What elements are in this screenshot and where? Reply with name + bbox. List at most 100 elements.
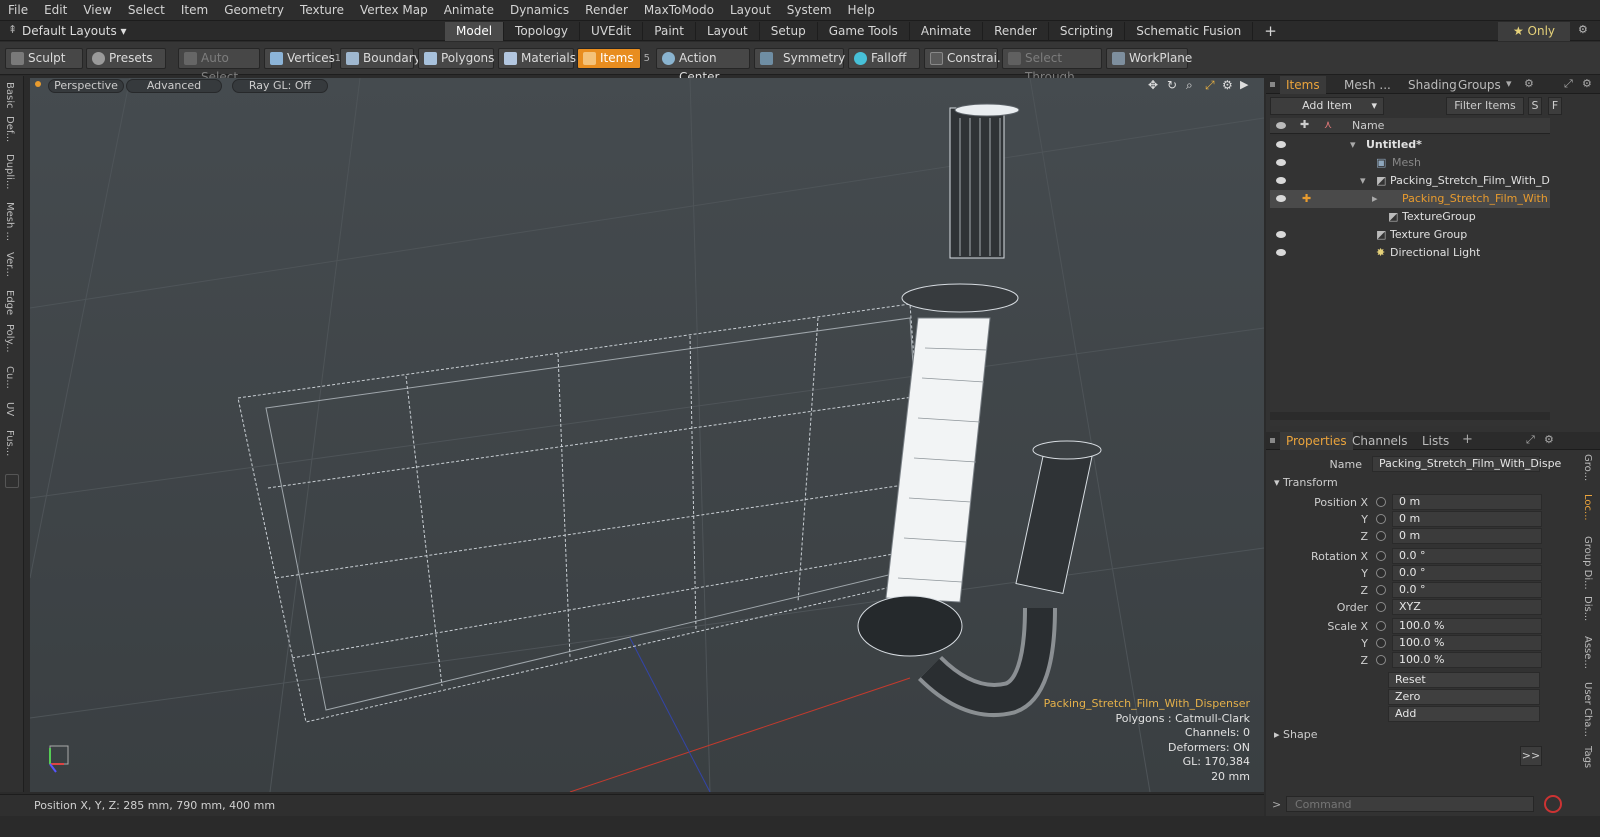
props-expand-icon[interactable]: ⤢ (1526, 433, 1535, 447)
side-tab-tags[interactable]: Tags (1582, 746, 1593, 768)
scale-z-key[interactable] (1376, 655, 1386, 665)
scale-z-field[interactable]: 100.0 % (1392, 652, 1542, 668)
command-input[interactable] (1286, 796, 1534, 812)
left-tab-duplicate[interactable]: Dupli... (4, 154, 15, 189)
props-gear-icon[interactable]: ⚙ (1544, 433, 1554, 446)
rotation-y-key[interactable] (1376, 568, 1386, 578)
boundary-button[interactable]: Boundary (340, 48, 421, 69)
3d-viewport[interactable]: Perspective Advanced Ray GL: Off ✥ ↻ ⌕ ⤢… (30, 78, 1264, 792)
menu-dynamics[interactable]: Dynamics (502, 0, 577, 20)
zero-button[interactable]: Zero (1388, 689, 1540, 705)
eye-icon[interactable] (1276, 195, 1286, 202)
left-tab-basic[interactable]: Basic (4, 82, 15, 108)
only-toggle[interactable]: ★ Only (1498, 22, 1570, 41)
viewport-more-icon[interactable]: ▶ (1240, 78, 1248, 91)
tab-model[interactable]: Model (445, 22, 505, 41)
left-tab-uv[interactable]: UV (4, 402, 15, 416)
record-icon[interactable] (1544, 795, 1562, 813)
menu-system[interactable]: System (779, 0, 840, 20)
gear-icon[interactable]: ⚙ (1578, 23, 1588, 36)
sculpt-button[interactable]: Sculpt (5, 48, 83, 69)
polygons-button[interactable]: Polygons (418, 48, 494, 69)
side-tab-group-display[interactable]: Group Di... (1582, 536, 1593, 590)
tree-row-mesh[interactable]: ▣ Mesh (1270, 154, 1550, 172)
tab-render[interactable]: Render (983, 22, 1049, 41)
tab-topology[interactable]: Topology (504, 22, 581, 41)
menu-maxtomodo[interactable]: MaxToModo (636, 0, 722, 20)
items-button[interactable]: Items 5 (577, 48, 650, 69)
presets-button[interactable]: Presets (86, 48, 166, 69)
viewport-gear-icon[interactable]: ⚙ (1222, 78, 1233, 92)
tab-schematic-fusion[interactable]: Schematic Fusion (1125, 22, 1254, 41)
tab-game-tools[interactable]: Game Tools (818, 22, 910, 41)
expand-icon[interactable] (5, 474, 19, 488)
auto-select-button[interactable]: Auto Select (178, 48, 260, 84)
menu-layout[interactable]: Layout (722, 0, 779, 20)
perspective-button[interactable]: Perspective (48, 79, 124, 93)
filter-f-button[interactable]: F (1548, 97, 1562, 115)
tree-row-group[interactable]: ▾ ◩ Packing_Stretch_Film_With_Di... (1270, 172, 1550, 190)
eye-icon[interactable] (1276, 231, 1286, 238)
tab-scripting[interactable]: Scripting (1049, 22, 1126, 41)
more-button[interactable]: >> (1520, 746, 1542, 766)
left-tab-vertex[interactable]: Ver... (4, 252, 15, 277)
constraints-button[interactable]: Constrai... (924, 48, 1008, 69)
tab-shading[interactable]: Shading (1408, 76, 1457, 94)
side-tab-assembly[interactable]: Asse... (1582, 636, 1593, 669)
left-tab-deform[interactable]: Def... (4, 116, 15, 142)
menu-file[interactable]: File (0, 0, 36, 20)
rotation-z-key[interactable] (1376, 585, 1386, 595)
tab-uvedit[interactable]: UVEdit (580, 22, 644, 41)
filter-items-input[interactable]: Filter Items (1446, 97, 1524, 115)
menu-help[interactable]: Help (840, 0, 883, 20)
tree-row-selected-mesh[interactable]: ✚ ▸ Packing_Stretch_Film_With ... (1270, 190, 1550, 208)
left-tab-mesh[interactable]: Mesh ... (4, 202, 15, 241)
left-tab-edge[interactable]: Edge (4, 290, 15, 315)
rotation-x-field[interactable]: 0.0 ° (1392, 548, 1542, 564)
menu-texture[interactable]: Texture (292, 0, 352, 20)
scale-x-field[interactable]: 100.0 % (1392, 618, 1542, 634)
action-center-button[interactable]: Action Center (656, 48, 750, 84)
layout-selector[interactable]: Default Layouts ▾ (22, 23, 127, 40)
advanced-button[interactable]: Advanced (126, 79, 222, 93)
rotation-z-field[interactable]: 0.0 ° (1392, 582, 1542, 598)
fit-icon[interactable]: ⤢ (1205, 78, 1215, 93)
left-tab-fusion[interactable]: Fus... (4, 430, 15, 456)
pan-icon[interactable]: ✥ (1148, 78, 1158, 92)
collapse-icon[interactable]: ⇞ (8, 23, 17, 36)
add-item-button[interactable]: Add Item ▾ (1270, 97, 1384, 115)
panel-gear-icon[interactable]: ⚙ (1524, 77, 1534, 90)
tab-groups[interactable]: Groups (1458, 76, 1501, 94)
eye-icon[interactable] (1276, 141, 1286, 148)
name-field[interactable]: Packing_Stretch_Film_With_Dispe (1372, 456, 1561, 472)
menu-vertex-map[interactable]: Vertex Map (352, 0, 436, 20)
menu-animate[interactable]: Animate (436, 0, 502, 20)
left-tab-curve[interactable]: Cu... (4, 366, 15, 389)
items-scrollbar[interactable] (1270, 412, 1550, 420)
props-menu-icon[interactable] (1270, 438, 1275, 443)
add-button[interactable]: Add (1388, 706, 1540, 722)
left-tab-polygon[interactable]: Poly... (4, 324, 15, 353)
tab-animate[interactable]: Animate (910, 22, 984, 41)
tabs-dropdown-icon[interactable]: ▾ (1506, 77, 1512, 90)
position-y-field[interactable]: 0 m (1392, 511, 1542, 527)
add-tab-icon[interactable]: + (1253, 22, 1288, 41)
order-key[interactable] (1376, 602, 1386, 612)
select-through-button[interactable]: Select Through (1002, 48, 1102, 84)
menu-item[interactable]: Item (173, 0, 216, 20)
panel-menu-icon[interactable] (1270, 82, 1275, 87)
side-tab-display[interactable]: Dis... (1582, 596, 1593, 621)
transform-section[interactable]: ▾ Transform (1274, 476, 1338, 489)
scale-y-field[interactable]: 100.0 % (1392, 635, 1542, 651)
tree-row-directional-light[interactable]: ✸ Directional Light (1270, 244, 1550, 262)
tab-properties[interactable]: Properties (1280, 432, 1353, 450)
eye-icon[interactable] (1276, 249, 1286, 256)
side-tab-user-channels[interactable]: User Cha... (1582, 682, 1593, 737)
tree-row-texture-group[interactable]: ◩ Texture Group (1270, 226, 1550, 244)
scale-y-key[interactable] (1376, 638, 1386, 648)
tab-layout[interactable]: Layout (696, 22, 760, 41)
menu-geometry[interactable]: Geometry (216, 0, 292, 20)
falloff-button[interactable]: Falloff (848, 48, 920, 69)
position-z-key[interactable] (1376, 531, 1386, 541)
panel-expand-icon[interactable]: ⤢ (1564, 77, 1573, 91)
